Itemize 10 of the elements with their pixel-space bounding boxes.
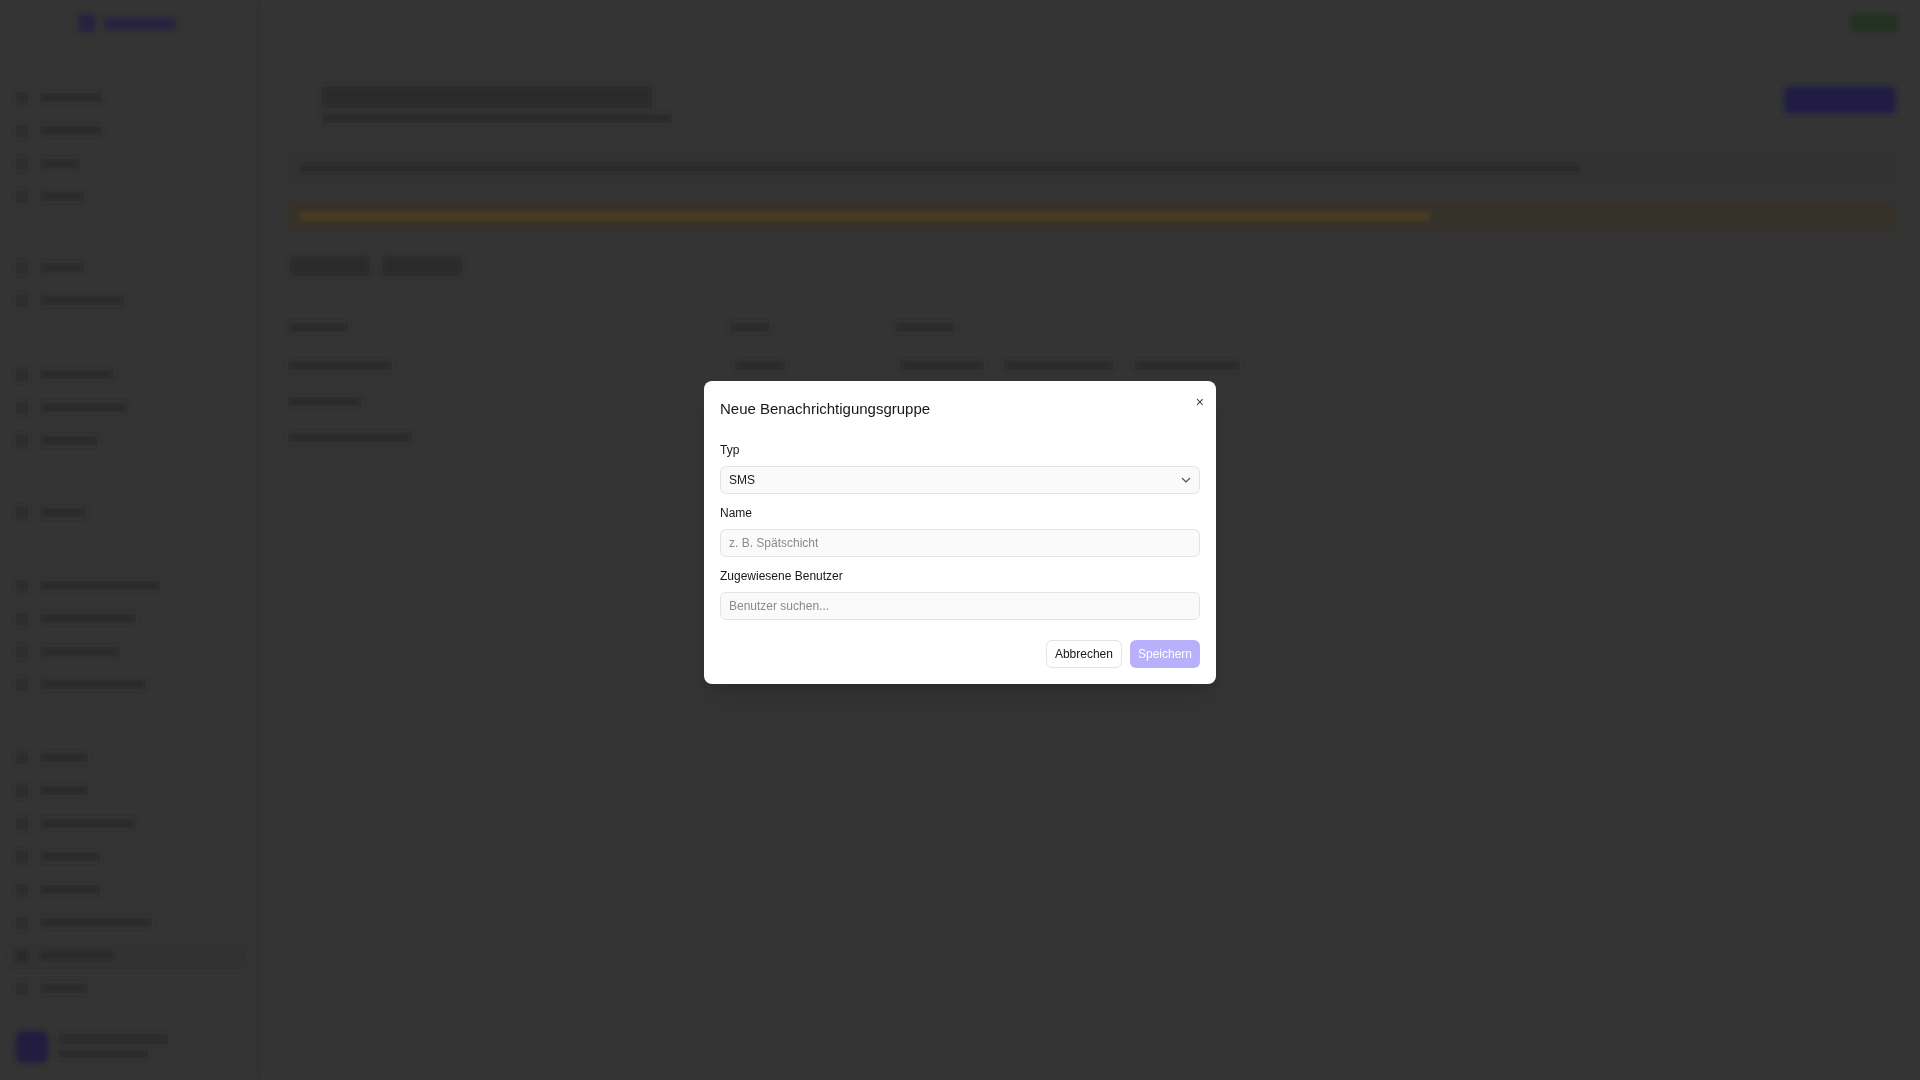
user-search-field[interactable]: Benutzer suchen... — [720, 591, 1200, 620]
chevron-down-icon — [1181, 476, 1191, 483]
field-label: Zugewiesene Benutzer — [720, 568, 844, 583]
cancel-button[interactable]: Abbrechen — [1045, 639, 1122, 668]
close-button[interactable]: × — [1195, 395, 1204, 409]
field-label: Name — [720, 505, 753, 520]
dialog-title: Neue Benachrichtigungsgruppe — [720, 399, 931, 419]
name-input-field[interactable]: z. B. Spätschicht — [720, 528, 1200, 557]
type-select[interactable]: SMS — [720, 465, 1200, 494]
field-label: Typ — [720, 442, 741, 457]
